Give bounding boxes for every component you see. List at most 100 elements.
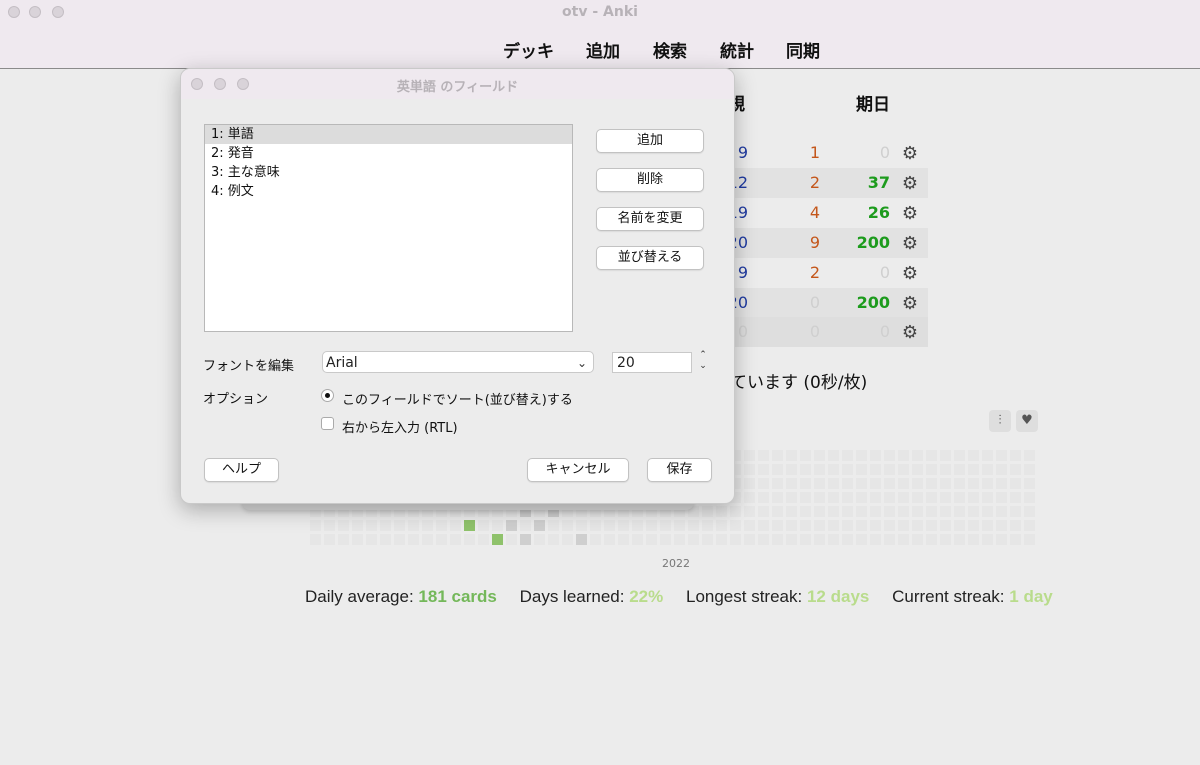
field-list-item[interactable]: 1: 単語 xyxy=(205,125,572,144)
heatmap-cell xyxy=(940,534,951,545)
heatmap-cell xyxy=(982,520,993,531)
rtl-checkbox[interactable] xyxy=(321,417,334,430)
heatmap-cell xyxy=(730,534,741,545)
deck-options-gear-icon[interactable]: ⚙ xyxy=(902,173,918,194)
field-list-item[interactable]: 3: 主な意味 xyxy=(205,163,572,182)
deck-options-gear-icon[interactable]: ⚙ xyxy=(902,233,918,254)
deck-options-gear-icon[interactable]: ⚙ xyxy=(902,143,918,164)
deck-options-gear-icon[interactable]: ⚙ xyxy=(902,263,918,284)
heatmap-cell xyxy=(982,534,993,545)
heatmap-cell xyxy=(814,492,825,503)
heatmap-cell xyxy=(968,450,979,461)
heatmap-cell xyxy=(814,520,825,531)
heatmap-cell xyxy=(758,492,769,503)
heatmap-cell xyxy=(828,506,839,517)
heatmap-cell xyxy=(996,464,1007,475)
add-field-button[interactable]: 追加 xyxy=(596,129,704,153)
heatmap-cell xyxy=(716,520,727,531)
heatmap-cell xyxy=(660,534,671,545)
heatmap-cell xyxy=(828,534,839,545)
reorder-field-button[interactable]: 並び替える xyxy=(596,246,704,270)
heatmap-cell xyxy=(898,492,909,503)
heatmap-cell xyxy=(884,464,895,475)
heatmap-cell xyxy=(884,492,895,503)
rtl-label[interactable]: 右から左入力 (RTL) xyxy=(342,417,458,436)
heatmap-cell xyxy=(744,506,755,517)
heatmap-cell xyxy=(996,478,1007,489)
heatmap-cell xyxy=(912,464,923,475)
heatmap-cell xyxy=(1024,450,1035,461)
toolbar-stats[interactable]: 統計 xyxy=(720,37,754,62)
font-label: フォントを編集 xyxy=(203,359,295,374)
field-list-item[interactable]: 4: 例文 xyxy=(205,182,572,201)
stepper-up-icon[interactable]: ⌃ xyxy=(695,350,711,361)
dialog-titlebar: 英単語 のフィールド xyxy=(181,69,734,99)
heatmap-cell xyxy=(408,520,419,531)
deck-learn-count: 0 xyxy=(809,293,820,312)
heatmap-cell xyxy=(954,478,965,489)
heatmap-cell xyxy=(632,520,643,531)
heatmap-cell xyxy=(982,478,993,489)
font-size-stepper[interactable]: ⌃ ⌄ xyxy=(695,350,711,374)
rename-field-button[interactable]: 名前を変更 xyxy=(596,207,704,231)
heatmap-cell xyxy=(982,464,993,475)
stepper-down-icon[interactable]: ⌄ xyxy=(695,361,711,372)
deck-options-gear-icon[interactable]: ⚙ xyxy=(902,203,918,224)
heatmap-cell xyxy=(884,450,895,461)
heart-icon[interactable]: ♥ xyxy=(1016,410,1038,432)
heatmap-cell xyxy=(842,450,853,461)
heatmap-cell xyxy=(954,464,965,475)
heatmap-cell xyxy=(940,506,951,517)
heatmap-cell xyxy=(478,534,489,545)
heatmap-cell xyxy=(828,450,839,461)
heatmap-cell xyxy=(856,506,867,517)
toolbar-sync[interactable]: 同期 xyxy=(786,37,820,62)
study-summary-text: ています (0秒/枚) xyxy=(730,373,868,393)
field-list[interactable]: 1: 単語 2: 発音 3: 主な意味 4: 例文 xyxy=(204,124,573,332)
heatmap-cell xyxy=(786,450,797,461)
heatmap-cell xyxy=(856,450,867,461)
heatmap-cell xyxy=(898,506,909,517)
heatmap-cell xyxy=(744,534,755,545)
heatmap-cell xyxy=(800,520,811,531)
heatmap-cell xyxy=(366,520,377,531)
heatmap-cell xyxy=(996,450,1007,461)
heatmap-cell xyxy=(800,506,811,517)
save-button[interactable]: 保存 xyxy=(647,458,712,482)
dialog-title: 英単語 のフィールド xyxy=(396,80,519,95)
deck-options-gear-icon[interactable]: ⚙ xyxy=(902,293,918,314)
heatmap-cell xyxy=(674,534,685,545)
sort-field-radio[interactable] xyxy=(321,389,334,402)
deck-options-gear-icon[interactable]: ⚙ xyxy=(902,322,918,343)
heatmap-cell xyxy=(772,520,783,531)
daily-average-value: 181 cards xyxy=(418,587,497,606)
heatmap-cell xyxy=(730,506,741,517)
cancel-button[interactable]: キャンセル xyxy=(527,458,629,482)
toolbar-browse[interactable]: 検索 xyxy=(653,37,687,62)
heatmap-cell xyxy=(786,506,797,517)
heatmap-cell xyxy=(954,520,965,531)
heatmap-cell xyxy=(450,520,461,531)
heatmap-cell xyxy=(856,534,867,545)
heatmap-cell xyxy=(464,520,475,531)
help-button[interactable]: ヘルプ xyxy=(204,458,279,482)
heatmap-cell xyxy=(828,464,839,475)
graph-options-icon[interactable]: ⫶ xyxy=(989,410,1011,432)
toolbar-add[interactable]: 追加 xyxy=(586,37,620,62)
heatmap-cell xyxy=(884,478,895,489)
heatmap-cell xyxy=(968,478,979,489)
heatmap-cell xyxy=(1010,520,1021,531)
heatmap-cell xyxy=(744,478,755,489)
heatmap-cell xyxy=(828,520,839,531)
heatmap-cell xyxy=(800,492,811,503)
heatmap-cell xyxy=(870,464,881,475)
sort-field-label[interactable]: このフィールドでソート(並び替え)する xyxy=(342,389,573,408)
toolbar-decks[interactable]: デッキ xyxy=(503,37,554,62)
heatmap-cell xyxy=(870,534,881,545)
font-size-input[interactable]: 20 xyxy=(612,352,692,373)
heatmap-cell xyxy=(940,492,951,503)
heatmap-cell xyxy=(968,534,979,545)
delete-field-button[interactable]: 削除 xyxy=(596,168,704,192)
font-select[interactable]: Arial ⌄ xyxy=(322,351,594,373)
field-list-item[interactable]: 2: 発音 xyxy=(205,144,572,163)
